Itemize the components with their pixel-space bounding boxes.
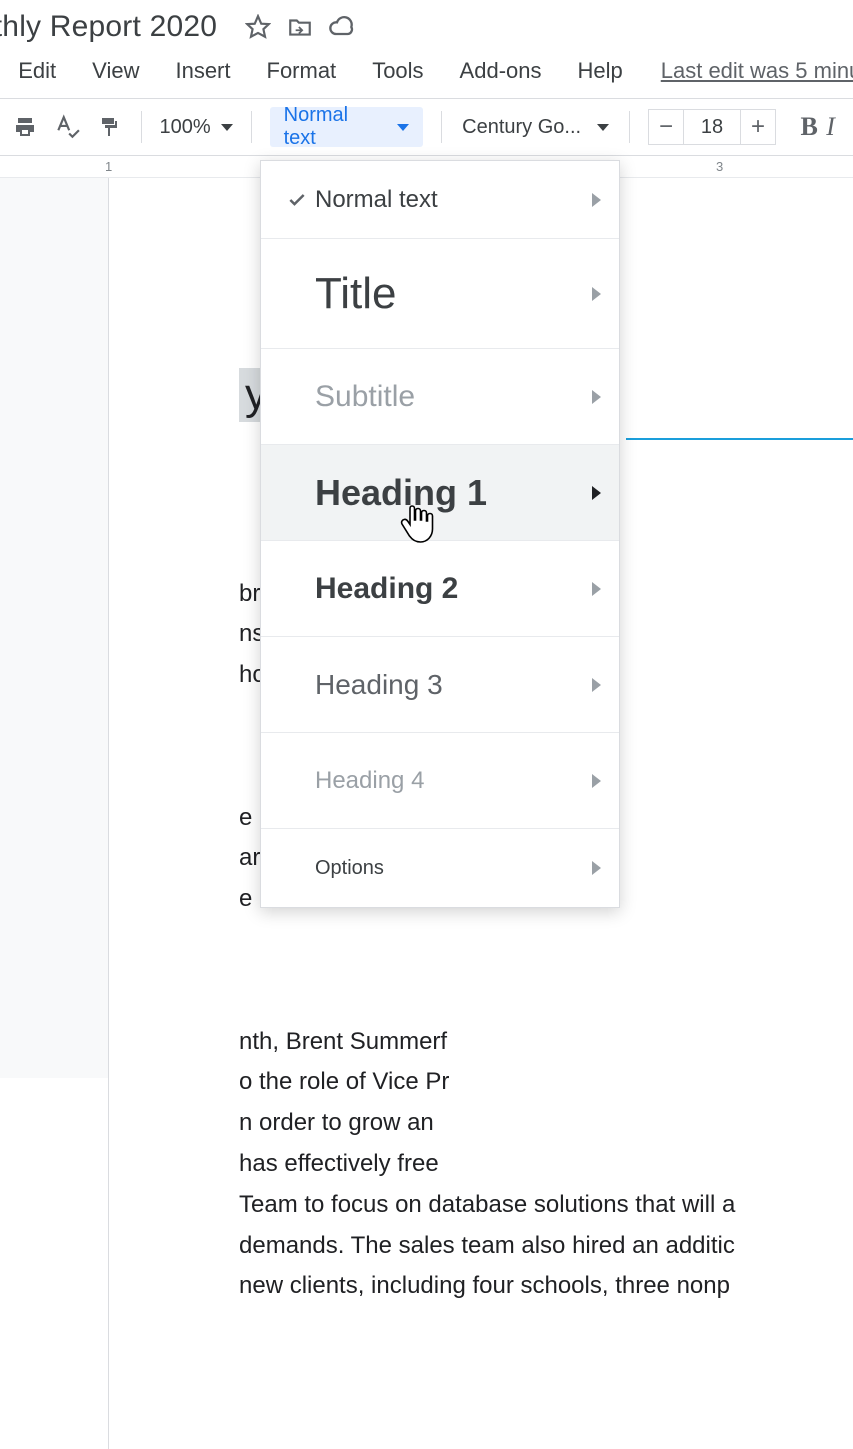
style-label: Heading 4 — [315, 767, 592, 795]
style-option-heading-2[interactable]: Heading 2 — [261, 541, 619, 637]
menu-edit[interactable]: Edit — [18, 58, 56, 84]
paint-format-icon[interactable] — [92, 109, 126, 145]
style-option-normal-text[interactable]: Normal text — [261, 161, 619, 239]
caret-down-icon — [597, 124, 609, 131]
ruler-mark: 1 — [105, 159, 112, 174]
menu-format[interactable]: Format — [267, 58, 337, 84]
menu-view[interactable]: View — [92, 58, 139, 84]
toolbar: 100% Normal text Century Go... − 18 + B … — [0, 98, 853, 156]
separator — [629, 111, 630, 143]
font-family-select[interactable]: Century Go... — [462, 116, 609, 139]
separator — [141, 111, 142, 143]
paragraph-style-dropdown[interactable]: Normal text — [270, 107, 424, 147]
caret-down-icon — [221, 124, 233, 131]
chevron-right-icon — [592, 193, 601, 207]
font-size-decrease-button[interactable]: − — [648, 109, 684, 145]
menu-help[interactable]: Help — [578, 58, 623, 84]
last-edit-link[interactable]: Last edit was 5 minute — [661, 58, 853, 84]
style-label: Normal text — [284, 104, 380, 150]
chevron-right-icon — [592, 582, 601, 596]
print-icon[interactable] — [8, 109, 42, 145]
caret-down-icon — [397, 124, 409, 131]
chevron-right-icon — [592, 287, 601, 301]
style-label: Heading 3 — [315, 669, 592, 701]
style-option-heading-4[interactable]: Heading 4 — [261, 733, 619, 829]
style-option-heading-1[interactable]: Heading 1 — [261, 445, 619, 541]
chevron-right-icon — [592, 678, 601, 692]
separator — [251, 111, 252, 143]
menu-bar: e Edit View Insert Format Tools Add-ons … — [0, 50, 853, 98]
options-label: Options — [315, 857, 592, 880]
style-options[interactable]: Options — [261, 829, 619, 907]
bold-button[interactable]: B — [792, 112, 826, 142]
chevron-right-icon — [592, 774, 601, 788]
font-size-increase-button[interactable]: + — [740, 109, 776, 145]
chevron-right-icon — [592, 390, 601, 404]
chevron-right-icon — [592, 486, 601, 500]
chevron-right-icon — [592, 861, 601, 875]
zoom-value: 100% — [160, 116, 211, 139]
title-bar: onthly Report 2020 — [0, 0, 853, 50]
menu-addons[interactable]: Add-ons — [460, 58, 542, 84]
style-option-title[interactable]: Title — [261, 239, 619, 349]
style-label: Title — [315, 269, 592, 319]
checkmark-icon — [279, 190, 315, 210]
star-icon[interactable] — [243, 12, 273, 42]
menu-insert[interactable]: Insert — [175, 58, 230, 84]
separator — [441, 111, 442, 143]
style-label: Subtitle — [315, 380, 592, 414]
font-size-input[interactable]: 18 — [684, 109, 740, 145]
paragraph[interactable]: nth, Brent Summerf o the role of Vice Pr… — [239, 1022, 853, 1308]
font-size-group: − 18 + — [648, 109, 776, 145]
style-label: Heading 2 — [315, 572, 592, 606]
menu-tools[interactable]: Tools — [372, 58, 423, 84]
italic-button[interactable]: I — [826, 112, 849, 142]
heading-underline — [626, 438, 853, 440]
cloud-status-icon[interactable] — [327, 12, 357, 42]
ruler-mark: 3 — [716, 159, 723, 174]
document-title[interactable]: onthly Report 2020 — [0, 10, 217, 44]
style-option-subtitle[interactable]: Subtitle — [261, 349, 619, 445]
move-folder-icon[interactable] — [285, 12, 315, 42]
zoom-select[interactable]: 100% — [160, 116, 233, 139]
spellcheck-icon[interactable] — [50, 109, 84, 145]
style-option-heading-3[interactable]: Heading 3 — [261, 637, 619, 733]
paragraph-styles-menu: Normal text Title Subtitle Heading 1 Hea… — [260, 160, 620, 908]
style-label: Heading 1 — [315, 472, 592, 514]
font-label: Century Go... — [462, 116, 581, 139]
style-label: Normal text — [315, 186, 592, 214]
